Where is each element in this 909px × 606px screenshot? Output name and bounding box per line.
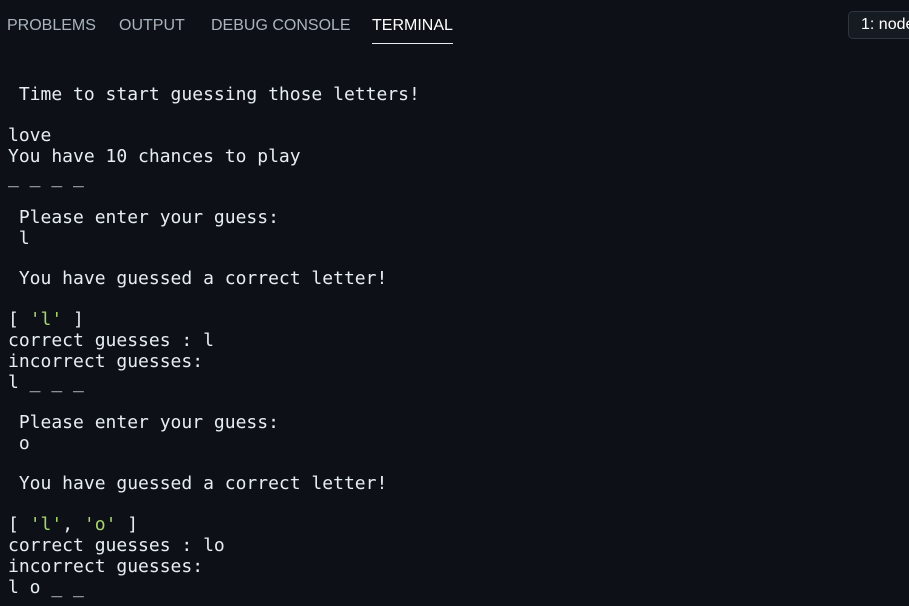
- terminal-line: o: [8, 433, 30, 454]
- terminal-array-line: [ 'l', 'o' ]: [8, 514, 138, 536]
- terminal-line: correct guesses : lo: [8, 535, 225, 556]
- tab-output[interactable]: OUTPUT: [119, 16, 185, 43]
- terminal-line: l o _ _: [8, 577, 84, 598]
- terminal-line: Please enter your guess:: [8, 207, 279, 228]
- tab-debug-console[interactable]: DEBUG CONSOLE: [211, 16, 351, 43]
- terminal-selector-dropdown[interactable]: 1: node: [848, 11, 909, 39]
- terminal-line: l: [8, 228, 30, 249]
- array-open: [: [8, 514, 30, 535]
- tab-terminal[interactable]: TERMINAL: [372, 16, 453, 44]
- tab-problems[interactable]: PROBLEMS: [7, 16, 96, 43]
- terminal-line: Time to start guessing those letters!: [8, 84, 420, 105]
- array-close: ]: [62, 309, 84, 330]
- terminal-line: correct guesses : l: [8, 330, 214, 351]
- terminal-line: You have guessed a correct letter!: [8, 473, 388, 494]
- panel-tab-bar: PROBLEMS OUTPUT DEBUG CONSOLE TERMINAL 1…: [0, 0, 909, 52]
- terminal-line: l _ _ _: [8, 372, 84, 393]
- terminal-line: Please enter your guess:: [8, 412, 279, 433]
- terminal-output[interactable]: Time to start guessing those letters! lo…: [0, 0, 909, 606]
- array-close: ]: [116, 514, 139, 535]
- terminal-line: You have guessed a correct letter!: [8, 268, 388, 289]
- terminal-array-line: [ 'l' ]: [8, 309, 84, 331]
- terminal-line: incorrect guesses:: [8, 556, 204, 577]
- array-item: 'l': [29, 309, 63, 330]
- terminal-line: incorrect guesses:: [8, 351, 204, 372]
- array-item: 'l': [29, 514, 63, 535]
- terminal-line: You have 10 chances to play: [8, 146, 301, 167]
- array-open: [: [8, 309, 30, 330]
- terminal-line: _ _ _ _: [8, 167, 84, 188]
- array-separator: ,: [62, 514, 84, 535]
- array-item: 'o': [83, 514, 117, 535]
- terminal-line: love: [8, 125, 52, 146]
